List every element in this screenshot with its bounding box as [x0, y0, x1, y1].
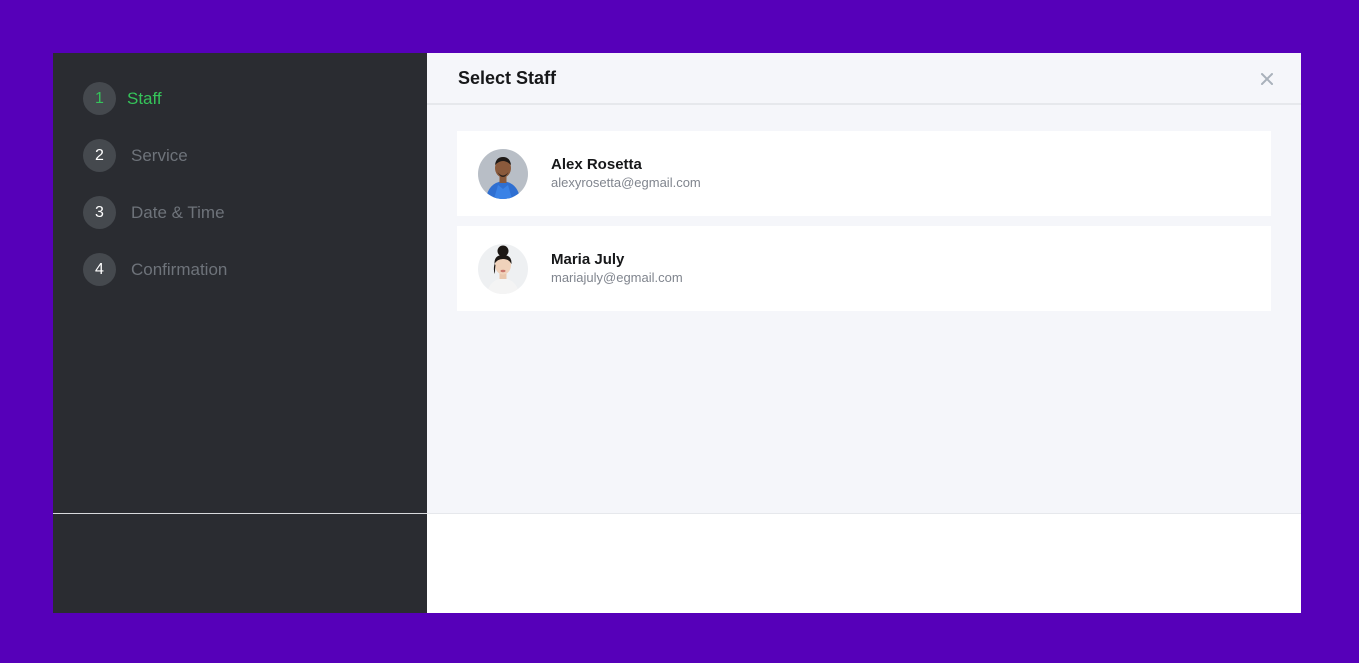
panel-footer	[427, 513, 1301, 613]
sidebar-footer	[53, 513, 427, 613]
step-number: 4	[83, 253, 116, 286]
steps-sidebar: 1 Staff 2 Service 3 Date & Time 4 Confir…	[53, 53, 427, 613]
staff-name: Alex Rosetta	[551, 155, 642, 173]
step-date-time[interactable]: 3 Date & Time	[83, 196, 227, 229]
step-confirmation[interactable]: 4 Confirmation	[83, 253, 227, 286]
close-button[interactable]	[1259, 71, 1275, 87]
booking-modal: 1 Staff 2 Service 3 Date & Time 4 Confir…	[53, 53, 1301, 613]
staff-name: Maria July	[551, 250, 625, 268]
panel-header: Select Staff	[427, 53, 1301, 105]
avatar-male-icon	[478, 148, 528, 199]
close-icon	[1261, 73, 1273, 85]
step-number: 1	[83, 82, 116, 115]
staff-email: mariajuly@egmail.com	[551, 269, 683, 285]
step-staff[interactable]: 1 Staff	[83, 82, 227, 115]
step-label: Service	[131, 145, 188, 165]
step-list: 1 Staff 2 Service 3 Date & Time 4 Confir…	[83, 82, 227, 310]
step-number: 3	[83, 196, 116, 229]
step-label: Date & Time	[131, 202, 225, 222]
step-label: Confirmation	[131, 259, 228, 279]
main-panel: Select Staff Alex Rosetta alexyrosetta@e…	[427, 53, 1301, 613]
avatar-female-icon	[478, 243, 528, 294]
step-label: Staff	[127, 88, 162, 108]
avatar	[478, 243, 528, 294]
staff-card-alex-rosetta[interactable]: Alex Rosetta alexyrosetta@egmail.com	[457, 131, 1271, 216]
step-number: 2	[83, 139, 116, 172]
avatar	[478, 148, 528, 199]
staff-list: Alex Rosetta alexyrosetta@egmail.com Mar…	[427, 105, 1301, 311]
staff-info: Alex Rosetta alexyrosetta@egmail.com	[551, 156, 701, 192]
step-service[interactable]: 2 Service	[83, 139, 227, 172]
page-title: Select Staff	[458, 67, 557, 88]
staff-info: Maria July mariajuly@egmail.com	[551, 251, 683, 287]
staff-email: alexyrosetta@egmail.com	[551, 174, 701, 190]
staff-card-maria-july[interactable]: Maria July mariajuly@egmail.com	[457, 226, 1271, 311]
